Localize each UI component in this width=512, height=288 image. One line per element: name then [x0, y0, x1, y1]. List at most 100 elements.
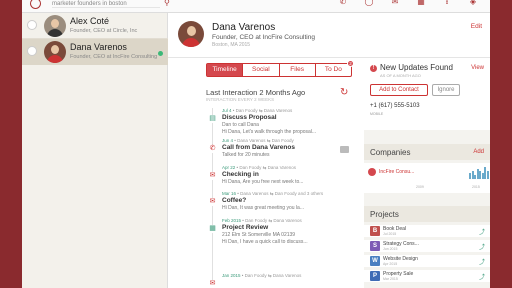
timeline-meta: Jan 2015 • Dan Foody ⇆ Dana Varenos: [222, 273, 301, 279]
top-toolbar: marketer founders in boston ⚲ ✆ ◯ ✉ ▦ ⇪ …: [22, 0, 490, 13]
company-item[interactable]: IncFire Consu... 2009 2015: [364, 163, 490, 193]
timeline-body: Talked for 20 minutes: [222, 152, 270, 158]
search-input[interactable]: marketer founders in boston: [52, 0, 160, 8]
chat-icon[interactable]: ◯: [364, 0, 374, 7]
tab-social[interactable]: Social: [243, 64, 280, 76]
edit-link[interactable]: Edit: [471, 23, 482, 30]
calendar-event-icon: ▦: [208, 225, 217, 233]
company-activity-chart: [469, 167, 489, 179]
contact-name: Dana Varenos: [70, 42, 127, 52]
tag-icon[interactable]: ◈: [468, 0, 478, 7]
project-item[interactable]: B Book Deal Jul 2015 ⤴: [364, 225, 490, 237]
tab-timeline[interactable]: Timeline: [207, 64, 244, 76]
toolbar-actions: ✆ ◯ ✉ ▦ ⇪ ◈: [338, 0, 478, 7]
timeline-date: Feb 2015: [222, 218, 242, 223]
email-icon: ✉: [208, 172, 217, 180]
contact-title: Founder, CEO at Circle, Inc: [70, 28, 138, 34]
add-company-link[interactable]: Add: [473, 149, 484, 155]
email-icon: ✉: [208, 280, 217, 288]
project-trend-icon: ⤴: [478, 275, 485, 281]
contact-list: Alex Coté Founder, CEO at Circle, Inc Da…: [22, 13, 168, 288]
avatar: [44, 15, 66, 37]
phone-call-icon: ✆: [208, 145, 217, 153]
timeline-heading: Checking in: [222, 171, 259, 178]
timeline-participants: • Dan Foody ⇆ Dana Varenos: [231, 108, 293, 113]
timeline-body: Hi Dan, It was great meeting you la...: [222, 205, 304, 211]
new-updates-card: ! New Updates Found AS OF A MONTH AGO Vi…: [364, 58, 490, 130]
project-trend-icon: ⤴: [478, 260, 485, 266]
timeline-participants: • Dan Foody ⇆ Dana Varenos: [241, 218, 302, 223]
company-name: IncFire Consu...: [379, 169, 415, 175]
avatar: [178, 21, 204, 47]
timeline-participants: • Dan Foody ⇆ Dana Varenos: [235, 165, 297, 170]
online-status-dot: [158, 51, 163, 56]
timeline-heading: Call from Dana Varenos: [222, 144, 295, 151]
right-column: ! New Updates Found AS OF A MONTH AGO Vi…: [364, 58, 490, 288]
project-item[interactable]: P Property Sale Mar 2015 ⤴: [364, 270, 490, 282]
add-to-contact-button[interactable]: Add to Contact: [370, 84, 428, 96]
comment-icon[interactable]: [340, 146, 349, 153]
activity-bar: [486, 171, 489, 179]
new-updates-title: New Updates Found: [380, 63, 453, 72]
contact-name: Alex Coté: [70, 16, 110, 26]
avatar: [44, 41, 66, 63]
calendar-icon[interactable]: ▦: [416, 0, 426, 7]
project-date: Apr 2015: [383, 262, 398, 266]
phone-label: MOBILE: [370, 112, 384, 116]
select-all-circle-icon[interactable]: [30, 0, 41, 9]
companies-title: Companies: [370, 148, 411, 157]
timeline-date: Jan 2015: [222, 273, 241, 278]
timeline-body: 212 Elm St Somerville MA 02139: [222, 232, 296, 238]
mail-icon[interactable]: ✉: [390, 0, 400, 7]
project-item[interactable]: W Website Design Apr 2015 ⤴: [364, 255, 490, 267]
todo-count-badge: 2: [347, 60, 354, 67]
company-date-end: 2015: [472, 185, 480, 189]
project-trend-icon: ⤴: [478, 230, 485, 236]
task-icon: ▤: [208, 115, 217, 123]
project-trend-icon: ⤴: [478, 245, 485, 251]
view-link[interactable]: View: [471, 65, 484, 71]
project-date: Mar 2015: [383, 277, 398, 281]
timeline-heading: Discuss Proposal: [222, 114, 277, 121]
phone-number: +1 (617) 555-5103: [370, 103, 420, 109]
company-logo-icon: [368, 168, 376, 176]
timeline-date: Jul 4: [222, 108, 232, 113]
contact-checkbox[interactable]: [27, 20, 37, 30]
contact-detail: Dana Varenos Founder, CEO at IncFire Con…: [168, 13, 490, 288]
detail-title: Founder, CEO at IncFire Consulting: [212, 34, 315, 41]
contact-item[interactable]: Alex Coté Founder, CEO at Circle, Inc: [22, 13, 168, 39]
contact-title: Founder, CEO at IncFire Consulting: [70, 54, 158, 60]
projects-header: Projects: [364, 206, 490, 222]
timeline-body: Dan to call Dana: [222, 122, 259, 128]
tab-todo[interactable]: To Do 2: [316, 60, 354, 76]
project-date: Jun 2015: [383, 247, 398, 251]
alert-icon: !: [370, 65, 377, 72]
refresh-icon[interactable]: ↻: [340, 88, 348, 98]
timeline-body-preview: Hi Dan, I have a quick call to discuss..…: [222, 239, 308, 245]
projects-title: Projects: [370, 210, 399, 219]
timeline-heading: Project Review: [222, 224, 269, 231]
contact-item-selected[interactable]: Dana Varenos Founder, CEO at IncFire Con…: [22, 39, 168, 65]
timeline-body-preview: Hi Dana, Let's walk through the proposal…: [222, 129, 317, 135]
project-item[interactable]: S Strategy Cons... Jun 2015 ⤴: [364, 240, 490, 252]
timeline-participants: • Dana Varenos ⇆ Dan Foody: [233, 138, 294, 143]
phone-icon[interactable]: ✆: [338, 0, 348, 7]
project-letter-icon: P: [370, 271, 380, 281]
new-updates-subtitle: AS OF A MONTH AGO: [380, 73, 421, 78]
project-letter-icon: S: [370, 241, 380, 251]
timeline-participants: • Dan Foody ⇆ Dana Varenos: [240, 273, 302, 278]
timeline-participants: • Dana Varenos ⇆ Dan Foody and 3 others: [236, 191, 324, 196]
contact-checkbox[interactable]: [27, 46, 37, 56]
detail-name: Dana Varenos: [212, 22, 276, 33]
share-icon[interactable]: ⇪: [442, 0, 452, 7]
filter-icon[interactable]: ⚲: [164, 0, 170, 8]
ignore-button[interactable]: Ignore: [432, 84, 460, 96]
timeline-body: Hi Dana, Are you free next week to...: [222, 179, 304, 185]
timeline-heading: Coffee?: [222, 197, 247, 204]
tab-files[interactable]: Files: [280, 64, 316, 76]
tab-todo-label: To Do: [324, 66, 342, 73]
email-icon: ✉: [208, 198, 217, 206]
app-window: marketer founders in boston ⚲ ✆ ◯ ✉ ▦ ⇪ …: [22, 0, 490, 288]
company-date-start: 2009: [416, 185, 424, 189]
project-letter-icon: W: [370, 256, 380, 266]
